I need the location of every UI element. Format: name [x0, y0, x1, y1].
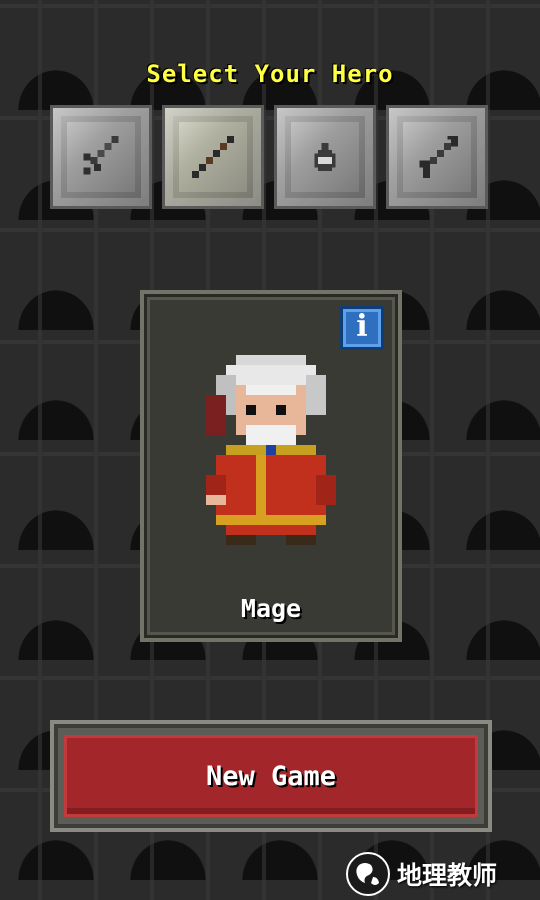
watermark: 地理教师	[345, 850, 540, 898]
mage-sprite	[206, 355, 336, 545]
new-game-button[interactable]: New Game	[50, 720, 492, 832]
arrow-icon	[419, 136, 458, 178]
class-button-mage[interactable]	[162, 105, 264, 209]
staff-icon	[192, 136, 234, 178]
amulet-icon	[314, 143, 336, 171]
sword-icon	[83, 136, 119, 175]
page-title: Select Your Hero	[146, 60, 394, 88]
class-button-huntress[interactable]	[386, 105, 488, 209]
class-button-warrior[interactable]	[50, 105, 152, 209]
hero-name: Mage	[240, 594, 302, 623]
globe-logo-icon	[346, 852, 390, 896]
new-game-label: New Game	[64, 735, 478, 817]
watermark-text: 地理教师	[397, 861, 498, 890]
info-icon[interactable]: i	[340, 306, 384, 350]
class-button-rogue[interactable]	[274, 105, 376, 209]
